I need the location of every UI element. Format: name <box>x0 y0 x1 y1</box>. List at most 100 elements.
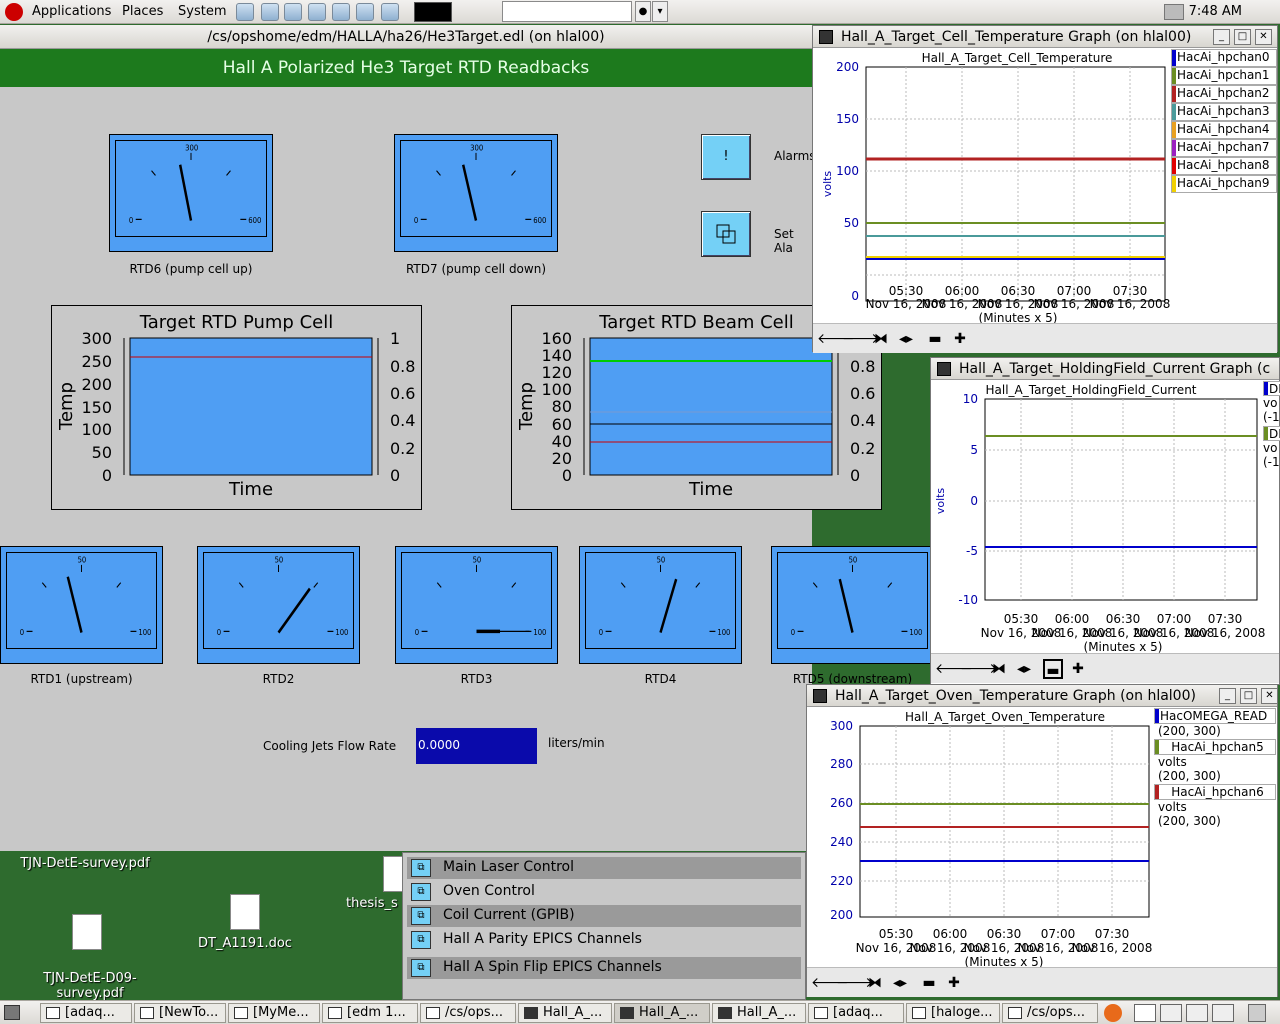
graph-window-icon <box>718 1007 732 1019</box>
legend-entry[interactable]: HacAi_hpchan5 <box>1154 739 1276 755</box>
system-menu[interactable]: System <box>178 4 226 19</box>
places-menu[interactable]: Places <box>122 4 163 19</box>
scroll-left-icon[interactable]: 🡐 <box>817 329 855 349</box>
desktop-icon-survey-pdf[interactable]: TJN-DetE-survey.pdf <box>10 856 160 871</box>
maximize-button[interactable]: □ <box>1240 688 1257 704</box>
workspace-1[interactable] <box>1134 1004 1156 1022</box>
editor-launcher-icon[interactable] <box>308 3 326 21</box>
svg-text:240: 240 <box>830 835 853 849</box>
taskbar-item[interactable]: Hall_A_... <box>712 1003 806 1023</box>
add-channel-icon[interactable]: ✚ <box>1068 659 1088 679</box>
zoom-out-icon[interactable]: ◂▸ <box>1014 659 1034 679</box>
scroll-right-icon[interactable]: 🡒 <box>842 329 880 349</box>
show-desktop-icon[interactable] <box>4 1005 20 1020</box>
system-monitor-applet[interactable] <box>414 2 452 22</box>
run-button[interactable]: ● <box>635 1 651 22</box>
desktop-icon-doc[interactable]: DT_A1191.doc <box>185 936 305 951</box>
notes-launcher-icon[interactable] <box>381 3 399 21</box>
clock[interactable]: 7:48 AM <box>1189 4 1242 19</box>
window-menu-icon[interactable] <box>813 689 827 703</box>
jump-to-end-icon[interactable]: ▬ <box>925 329 945 349</box>
firefox-icon[interactable] <box>1104 1004 1122 1022</box>
menu-item-main-laser[interactable]: ⧉ Main Laser Control <box>407 857 801 879</box>
alarms-button[interactable]: ! <box>701 134 751 180</box>
taskbar-item[interactable]: [adaq... <box>40 1003 132 1023</box>
graph-window-titlebar[interactable]: Hall_A_Target_HoldingField_Current Graph… <box>931 358 1279 380</box>
legend-entry[interactable]: HacAi_hpchan7 <box>1171 139 1277 157</box>
svg-text:10: 10 <box>963 392 978 406</box>
scroll-right-icon[interactable]: 🡒 <box>836 973 874 993</box>
add-channel-icon[interactable]: ✚ <box>944 973 964 993</box>
applications-menu[interactable]: Applications <box>32 4 111 19</box>
settings-launcher-icon[interactable] <box>356 3 374 21</box>
desktop-icon-thesis[interactable]: thesis_s <box>346 896 402 911</box>
taskbar-item[interactable]: [haloge... <box>906 1003 1000 1023</box>
set-alarms-button[interactable] <box>701 211 751 257</box>
workspace-3[interactable] <box>1186 1004 1208 1022</box>
taskbar-item[interactable]: /cs/ops... <box>1002 1003 1098 1023</box>
scroll-right-icon[interactable]: 🡒 <box>960 659 998 679</box>
legend-entry[interactable]: HacAi_hpchan8 <box>1171 157 1277 175</box>
close-button[interactable]: ✕ <box>1261 688 1277 704</box>
maximize-button[interactable]: □ <box>1234 29 1251 45</box>
menu-item-oven-control[interactable]: ⧉ Oven Control <box>407 881 801 903</box>
legend-entry[interactable]: HacAi_hpchan1 <box>1171 67 1277 85</box>
legend-entry[interactable]: HacAi_hpchan6 <box>1154 784 1276 800</box>
legend-entry[interactable]: HacAi_hpchan0 <box>1171 49 1277 67</box>
workspace-4[interactable] <box>1212 1004 1234 1022</box>
taskbar-item[interactable]: [adaq... <box>808 1003 904 1023</box>
pdf-file-icon[interactable] <box>72 914 102 950</box>
close-button[interactable]: ✕ <box>1255 29 1272 45</box>
menu-item-coil-current[interactable]: ⧉ Coil Current (GPIB) <box>407 905 801 927</box>
menu-item-parity-epics[interactable]: ⧉ Hall A Parity EPICS Channels <box>407 929 801 951</box>
minimize-button[interactable]: _ <box>1219 688 1236 704</box>
files-launcher-icon[interactable] <box>284 3 302 21</box>
edm-window-title[interactable]: /cs/opshome/edm/HALLA/ha26/He3Target.edl… <box>0 25 812 49</box>
zoom-out-icon[interactable]: ◂▸ <box>896 329 916 349</box>
doc-file-icon[interactable] <box>230 894 260 930</box>
legend-entry[interactable]: DD <box>1263 426 1280 441</box>
zoom-out-icon[interactable]: ◂▸ <box>890 973 910 993</box>
taskbar-item[interactable]: Hall_A_... <box>518 1003 612 1023</box>
zoom-in-icon[interactable]: ⧓ <box>865 973 885 993</box>
window-menu-icon[interactable] <box>819 30 833 44</box>
command-entry[interactable] <box>502 1 632 22</box>
legend-entry[interactable]: HacAi_hpchan2 <box>1171 85 1277 103</box>
rtd7-meter: 0 300 600 <box>394 134 558 252</box>
legend-entry[interactable]: HacAi_hpchan3 <box>1171 103 1277 121</box>
menu-item-spin-flip-epics[interactable]: ⧉ Hall A Spin Flip EPICS Channels <box>407 957 801 979</box>
jump-to-end-icon[interactable]: ▬ <box>1043 659 1063 679</box>
monitor-launcher-icon[interactable] <box>332 3 350 21</box>
taskbar-item[interactable]: [NewTo... <box>134 1003 226 1023</box>
taskbar-item-active[interactable]: Hall_A_... <box>614 1003 710 1023</box>
legend-entry[interactable]: DD <box>1263 381 1280 396</box>
zoom-in-icon[interactable]: ⧓ <box>871 329 891 349</box>
graph-window-titlebar[interactable]: Hall_A_Target_Cell_Temperature Graph (on… <box>813 26 1277 48</box>
svg-text:0.6: 0.6 <box>390 384 415 403</box>
flow-rate-value: 0.0000 <box>416 728 537 764</box>
legend-entry[interactable]: HacOMEGA_READ <box>1154 708 1276 724</box>
legend-entry[interactable]: HacAi_hpchan9 <box>1171 175 1277 193</box>
scroll-left-icon[interactable]: 🡐 <box>935 659 973 679</box>
window-menu-icon[interactable] <box>937 362 951 376</box>
minimize-button[interactable]: _ <box>1213 29 1230 45</box>
history-dropdown-button[interactable]: ▾ <box>652 1 668 22</box>
scroll-left-icon[interactable]: 🡐 <box>811 973 849 993</box>
printer-icon[interactable] <box>1164 4 1184 20</box>
jump-to-end-icon[interactable]: ▬ <box>919 973 939 993</box>
workspace-2[interactable] <box>1160 1004 1182 1022</box>
terminal-launcher-icon[interactable] <box>236 3 254 21</box>
taskbar-item[interactable]: [MyMe... <box>228 1003 320 1023</box>
pdf-file-icon[interactable] <box>383 856 403 892</box>
browser-launcher-icon[interactable] <box>261 3 279 21</box>
redhat-logo-icon[interactable] <box>5 3 23 21</box>
add-channel-icon[interactable]: ✚ <box>950 329 970 349</box>
trash-icon[interactable] <box>1248 1004 1266 1022</box>
graph-window-titlebar[interactable]: Hall_A_Target_Oven_Temperature Graph (on… <box>807 685 1277 707</box>
zoom-in-icon[interactable]: ⧓ <box>989 659 1009 679</box>
legend-entry[interactable]: HacAi_hpchan4 <box>1171 121 1277 139</box>
desktop-icon-d09-pdf[interactable]: TJN-DetE-D09- survey.pdf <box>20 956 160 1001</box>
holding-field-legend: DD vo (-1 DD vo (-1 <box>1263 381 1280 469</box>
taskbar-item[interactable]: /cs/ops... <box>420 1003 516 1023</box>
taskbar-item[interactable]: [edm 1... <box>322 1003 418 1023</box>
